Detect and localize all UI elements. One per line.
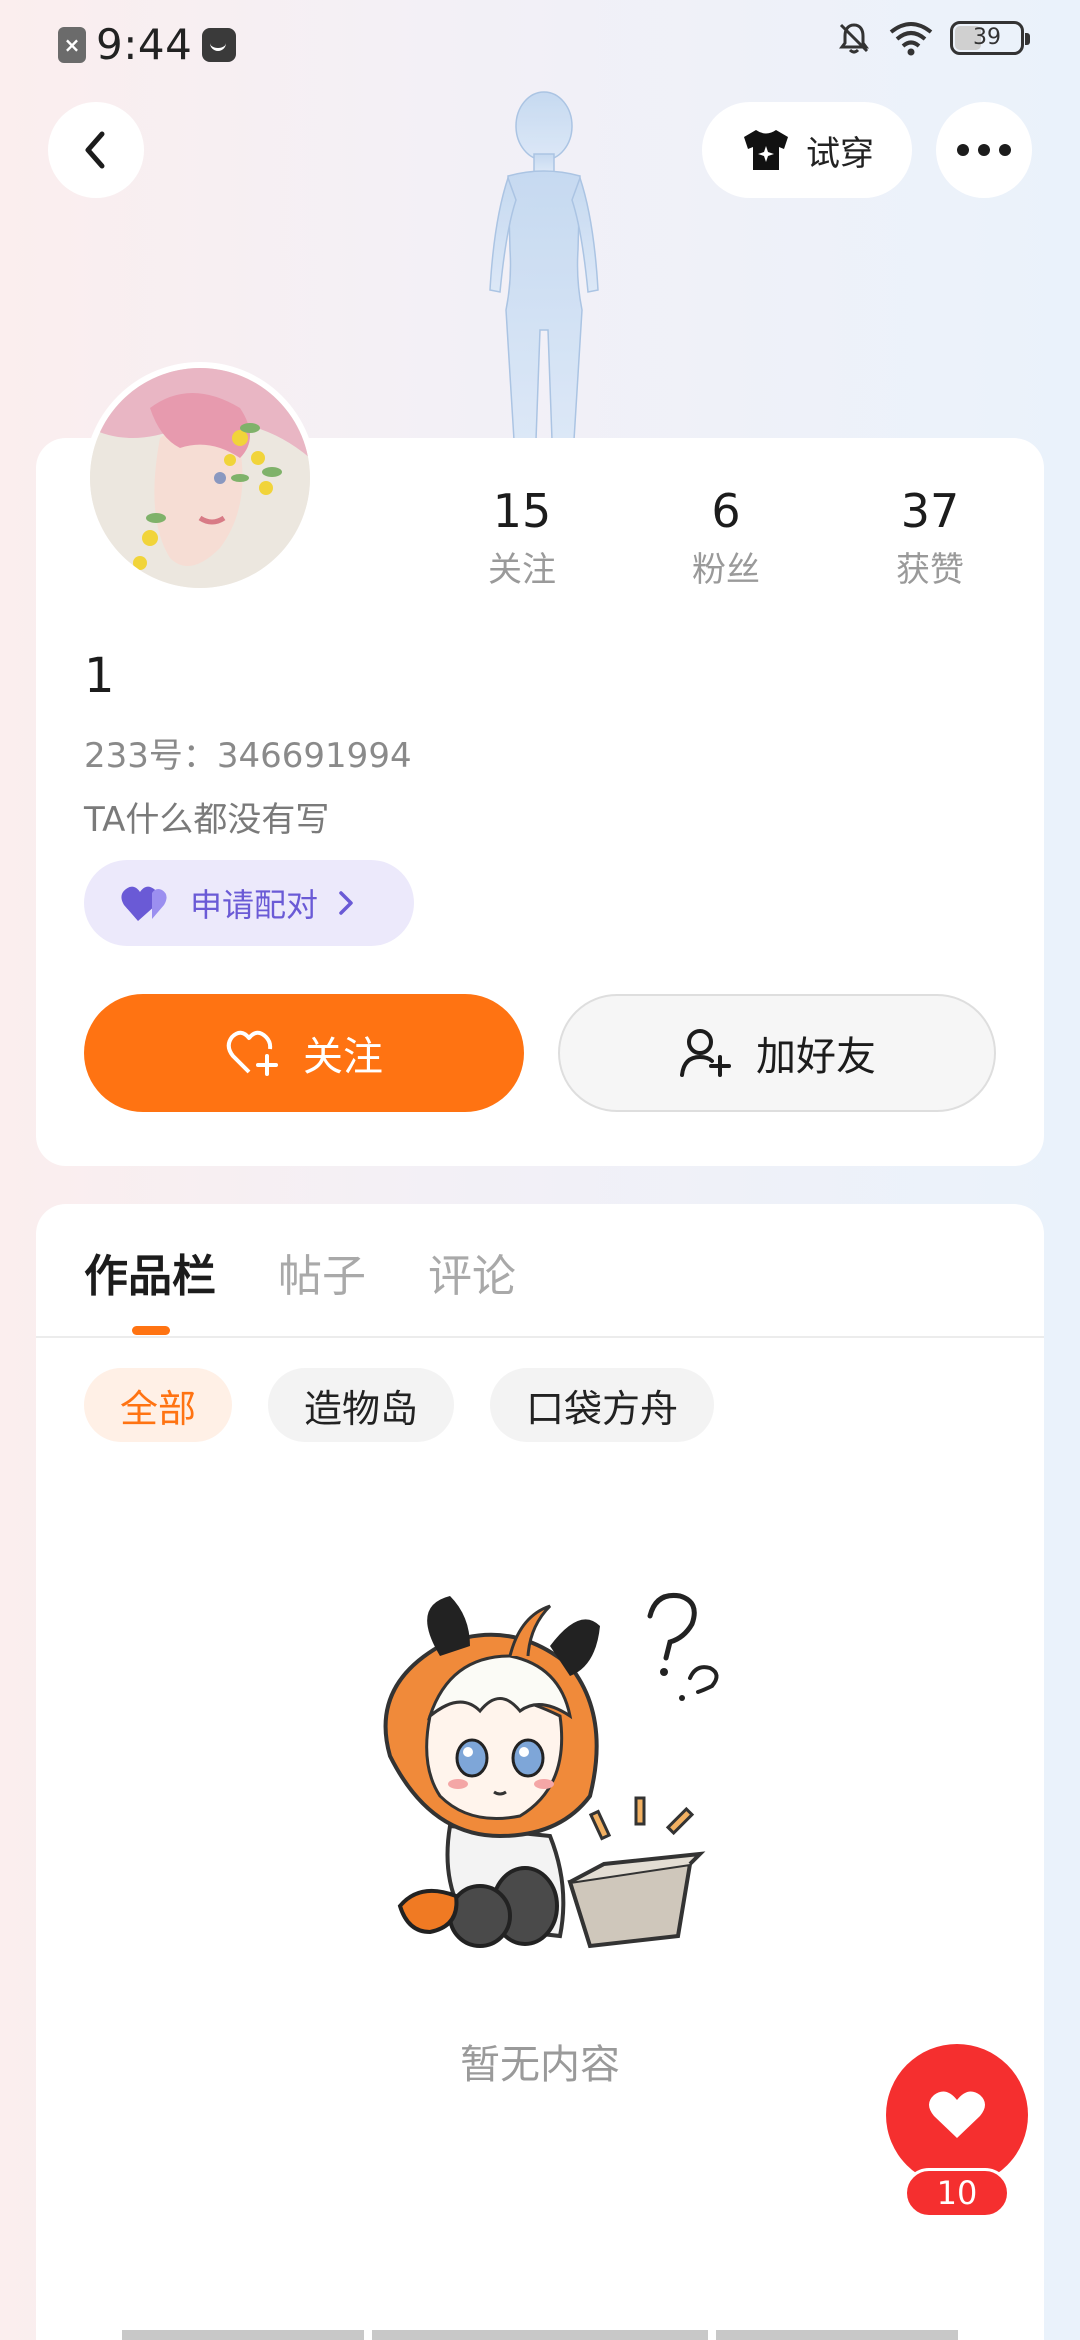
stat-followers[interactable]: 6 粉丝 — [646, 484, 806, 591]
app-close-icon: × — [58, 26, 86, 63]
tab-works[interactable]: 作品栏 — [84, 1240, 216, 1304]
stat-number: 15 — [492, 484, 552, 538]
stat-label: 关注 — [488, 550, 556, 590]
wifi-icon — [889, 22, 933, 56]
username: 1 — [84, 648, 115, 704]
follow-button[interactable]: 关注 — [84, 994, 524, 1112]
avatar-3d-figure — [489, 91, 599, 440]
stat-number: 6 — [711, 484, 741, 538]
tshirt-icon — [744, 130, 788, 170]
avatar[interactable] — [84, 362, 316, 594]
status-bar: × 9:44 39 — [0, 0, 1080, 84]
request-pair-label: 申请配对 — [190, 886, 319, 924]
like-fab-button[interactable] — [886, 2044, 1028, 2186]
chip-pocket-ark[interactable]: 口袋方舟 — [490, 1368, 715, 1442]
stat-following[interactable]: 15 关注 — [442, 484, 602, 591]
heart-plus-icon — [226, 1030, 278, 1076]
chevron-right-icon — [339, 891, 353, 915]
filter-chips: 全部 造物岛 口袋方舟 — [84, 1368, 715, 1442]
try-on-button[interactable]: 试穿 — [702, 102, 912, 198]
heart-icon — [929, 2091, 985, 2138]
message-icon — [202, 27, 237, 62]
user-bio: TA什么都没有写 — [84, 800, 330, 840]
avatar-image — [90, 368, 310, 588]
user-id: 233号：346691994 — [84, 736, 412, 776]
empty-state-illustration — [383, 1592, 719, 1949]
more-button[interactable] — [936, 102, 1032, 198]
chip-all[interactable]: 全部 — [84, 1368, 233, 1442]
bottom-tile — [372, 2330, 708, 2340]
tab-comments[interactable]: 评论 — [428, 1240, 516, 1304]
add-friend-button[interactable]: 加好友 — [558, 994, 996, 1112]
double-heart-icon — [121, 886, 167, 921]
stat-likes[interactable]: 37 获赞 — [850, 484, 1010, 591]
add-friend-label: 加好友 — [756, 1034, 876, 1080]
add-user-icon — [680, 1029, 731, 1077]
request-pair-button[interactable]: 申请配对 — [84, 860, 414, 946]
tab-posts[interactable]: 帖子 — [278, 1240, 366, 1304]
bottom-tile — [716, 2330, 958, 2340]
stat-number: 37 — [900, 484, 960, 538]
more-dots-icon — [957, 144, 1011, 156]
stat-label: 粉丝 — [692, 550, 760, 590]
battery-icon: 39 — [950, 21, 1030, 55]
try-on-label: 试穿 — [806, 133, 874, 174]
status-time: 9:44 — [96, 20, 193, 69]
mute-bell-icon — [839, 23, 869, 54]
like-count-badge: 10 — [904, 2168, 1010, 2218]
chip-creation-island[interactable]: 造物岛 — [268, 1368, 455, 1442]
status-left: × 9:44 — [58, 20, 237, 69]
stat-label: 获赞 — [896, 550, 964, 590]
tab-divider — [36, 1336, 1044, 1338]
status-right: 39 — [836, 20, 1030, 56]
follow-label: 关注 — [303, 1034, 383, 1080]
back-arrow-icon — [85, 131, 105, 169]
bottom-tile — [122, 2330, 364, 2340]
back-button[interactable] — [48, 102, 144, 198]
content-tabs: 作品栏 帖子 评论 — [84, 1240, 516, 1304]
active-tab-indicator — [132, 1326, 170, 1335]
